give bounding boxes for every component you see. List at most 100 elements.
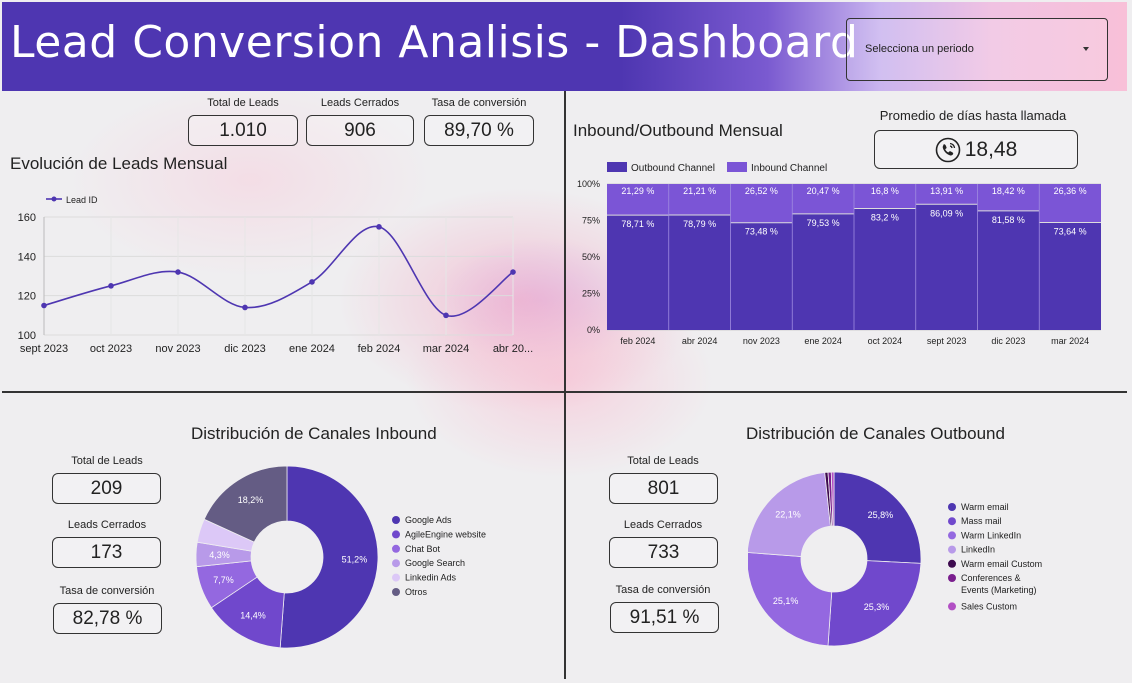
legend-label: Mass mail: [961, 516, 1002, 526]
x-tick-label: oct 2024: [868, 336, 903, 346]
data-label-outbound: 86,09 %: [930, 208, 963, 218]
bar-outbound: [668, 214, 731, 330]
legend-swatch: [607, 162, 627, 172]
bar-outbound: [607, 215, 669, 330]
x-tick-label: sept 2023: [20, 343, 68, 355]
data-point: [108, 283, 114, 289]
y-tick-label: 25%: [582, 289, 600, 299]
x-tick-label: abr 2024: [682, 336, 718, 346]
kpi-conversion-value: 89,70 %: [424, 115, 534, 146]
y-tick-label: 75%: [582, 216, 600, 226]
data-point: [510, 269, 516, 275]
bar-outbound: [1039, 222, 1101, 330]
y-tick-label: 160: [18, 212, 36, 224]
x-tick-label: oct 2023: [90, 343, 132, 355]
data-label-outbound: 83,2 %: [871, 213, 899, 223]
legend-swatch: [948, 503, 956, 511]
legend-label: Conferences & Events (Marketing): [961, 573, 1037, 595]
y-tick-label: 100%: [577, 179, 600, 189]
bar-outbound: [977, 210, 1040, 330]
x-tick-label: dic 2023: [224, 343, 266, 355]
data-point: [242, 304, 248, 311]
data-point: [376, 224, 382, 230]
bar-chart-title: Inbound/Outbound Mensual: [573, 121, 783, 140]
legend-swatch: [948, 602, 956, 611]
y-tick-label: 100: [18, 330, 36, 342]
x-tick-label: sept 2023: [927, 336, 967, 346]
inbound-leads-closed-value: 173: [52, 537, 161, 568]
legend-swatch: [948, 545, 956, 554]
legend-label: Sales Custom: [961, 601, 1017, 611]
legend-label: Lead ID: [66, 195, 98, 205]
outbound-total-leads-label: Total de Leads: [627, 455, 699, 467]
x-tick-label: abr 20...: [493, 343, 533, 355]
slice-label: 25,8%: [868, 510, 894, 520]
inbound-conversion-label: Tasa de conversión: [59, 585, 155, 597]
legend-label: Warm LinkedIn: [961, 530, 1021, 540]
x-tick-label: feb 2024: [358, 343, 401, 355]
inbound-outbound-bar-chart: Outbound Channel Inbound Channel 0% 25% 50% 7…: [577, 162, 1101, 346]
data-point: [41, 302, 47, 309]
inbound-leads-closed-label: Leads Cerrados: [67, 519, 147, 531]
kpi-leads-closed-value: 906: [306, 115, 414, 146]
x-tick-label: ene 2024: [289, 343, 335, 355]
kpi-total-leads-label: Total de Leads: [207, 97, 279, 109]
legend-label: Otros: [405, 587, 428, 597]
x-tick-label: feb 2024: [620, 336, 655, 346]
data-label-inbound: 16,8 %: [871, 186, 899, 196]
legend-marker: [51, 196, 57, 202]
slice-label: 14,4%: [240, 610, 266, 620]
header-banner: Lead Conversion Analisis - Dashboard Sel…: [2, 2, 1127, 91]
data-point: [443, 312, 449, 319]
y-tick-label: 0%: [587, 325, 600, 335]
outbound-leads-closed-label: Leads Cerrados: [623, 519, 703, 531]
outbound-donut-chart: 25,8% 25,3% 25,1% 22,1% Warm email Mass mail W…: [748, 471, 1042, 647]
data-label-outbound: 73,48 %: [745, 227, 778, 237]
legend-swatch: [948, 531, 956, 540]
period-placeholder: Selecciona un periodo: [865, 43, 974, 55]
x-tick-label: mar 2024: [1051, 336, 1089, 346]
legend-label: Warm email Custom: [961, 559, 1042, 569]
data-label-outbound: 73,64 %: [1054, 226, 1087, 236]
data-label-inbound: 21,29 %: [621, 186, 654, 196]
dashboard: Lead Conversion Analisis - Dashboard Sel…: [0, 0, 1132, 683]
legend-swatch: [392, 544, 400, 553]
bar-outbound: [730, 222, 793, 330]
slice-label: 4,3%: [209, 550, 230, 560]
slice-label: 25,3%: [864, 602, 890, 612]
x-tick-label: nov 2023: [743, 336, 780, 346]
data-point: [309, 279, 315, 285]
outbound-donut-title: Distribución de Canales Outbound: [746, 424, 1005, 443]
outbound-total-leads-value: 801: [609, 473, 718, 504]
line-chart-title: Evolución de Leads Mensual: [10, 154, 228, 173]
inbound-total-leads-value: 209: [52, 473, 161, 504]
divider-horizontal: [2, 391, 1127, 393]
data-label-outbound: 78,79 %: [683, 219, 716, 229]
inbound-conversion-value: 82,78 %: [53, 603, 162, 634]
x-tick-label: ene 2024: [804, 336, 842, 346]
inbound-donut-chart: 51,2% 14,4% 7,7% 4,3% 18,2% Google Ads AgileEn…: [195, 465, 486, 649]
bar-outbound: [915, 204, 978, 330]
period-dropdown[interactable]: Selecciona un periodo: [846, 18, 1108, 81]
legend-swatch: [727, 162, 747, 172]
kpi-leads-closed-label: Leads Cerrados: [320, 97, 400, 109]
leads-line-chart: 100 120 140 160 sept 2023 oct 2023 nov 2023 dic…: [18, 195, 534, 355]
data-label-inbound: 13,91 %: [930, 186, 963, 196]
legend-swatch: [948, 517, 956, 526]
legend-label: Google Search: [405, 558, 465, 568]
legend-swatch: [392, 516, 400, 524]
legend-swatch: [392, 573, 400, 582]
series-line: [43, 225, 514, 317]
slice-label: 7,7%: [213, 575, 234, 585]
page-title: Lead Conversion Analisis - Dashboard: [10, 17, 859, 68]
data-label-outbound: 78,71 %: [621, 219, 654, 229]
slice-label: 18,2%: [238, 495, 264, 505]
data-label-inbound: 26,52 %: [745, 186, 778, 196]
x-tick-label: dic 2023: [991, 336, 1025, 346]
data-label-inbound: 26,36 %: [1054, 186, 1087, 196]
legend-label: Warm email: [961, 502, 1009, 512]
outbound-conversion-value: 91,51 %: [610, 602, 719, 633]
legend-label: Google Ads: [405, 515, 452, 525]
kpi-conversion-label: Tasa de conversión: [431, 97, 527, 109]
y-tick-label: 120: [18, 291, 36, 303]
